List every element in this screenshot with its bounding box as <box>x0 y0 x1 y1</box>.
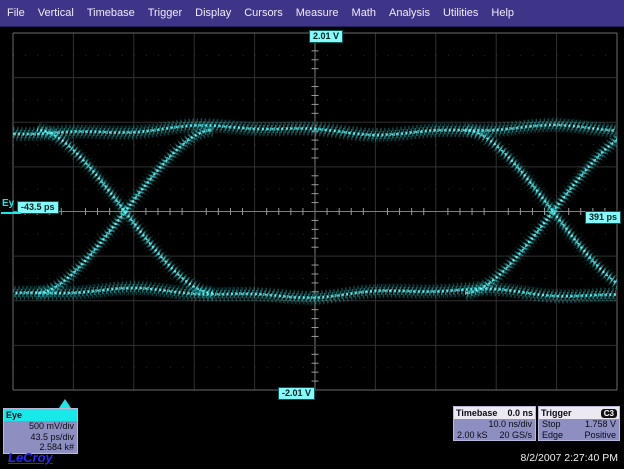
eye-descriptor-panel[interactable]: Eye 500 mV/div 43.5 ps/div 2.584 k# <box>3 408 78 454</box>
left-time-readout: -43.5 ps <box>17 201 59 214</box>
timebase-sample-rate: 20 GS/s <box>499 430 532 441</box>
trigger-slope: Positive <box>584 430 616 441</box>
lecroy-logo: LeCroy <box>8 450 53 465</box>
trigger-type: Edge <box>542 430 563 441</box>
trace-label: Ey <box>2 198 14 209</box>
eye-horizontal-scale: 43.5 ps/div <box>30 432 74 443</box>
trigger-level: 1.758 V <box>585 419 616 430</box>
timebase-offset: 0.0 ns <box>507 407 533 419</box>
bottom-voltage-readout: -2.01 V <box>278 387 315 400</box>
trace-level-marker <box>1 212 21 214</box>
trigger-mode: Stop <box>542 419 561 430</box>
timebase-scale: 10.0 ns/div <box>488 419 532 430</box>
eye-vertical-scale: 500 mV/div <box>29 421 74 432</box>
trigger-title: Trigger <box>541 407 572 419</box>
timebase-title: Timebase <box>456 407 497 419</box>
trigger-source-badge: C3 <box>601 409 617 418</box>
trigger-panel[interactable]: Trigger C3 Stop 1.758 V Edge Positive <box>538 406 620 441</box>
timebase-panel[interactable]: Timebase 0.0 ns 10.0 ns/div 2.00 kS 20 G… <box>453 406 536 441</box>
datetime-display: 8/2/2007 2:27:40 PM <box>521 452 619 464</box>
trigger-position-marker[interactable] <box>59 399 71 408</box>
right-time-readout: 391 ps <box>585 211 621 224</box>
top-voltage-readout: 2.01 V <box>309 30 343 43</box>
timebase-samples: 2.00 kS <box>457 430 488 441</box>
eye-panel-title: Eye <box>6 409 22 421</box>
